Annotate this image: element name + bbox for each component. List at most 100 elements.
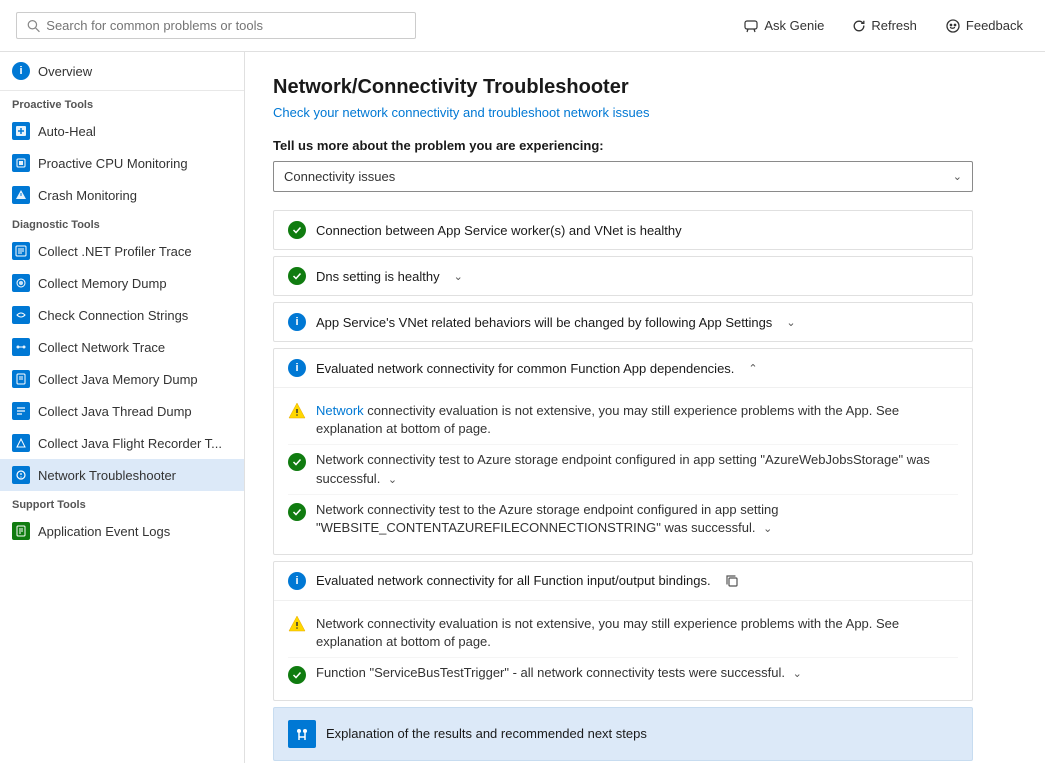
warning-icon — [288, 615, 306, 633]
overview-icon: i — [12, 62, 30, 80]
java-flight-recorder-icon — [12, 434, 30, 452]
net-profiler-icon — [12, 242, 30, 260]
search-box[interactable] — [16, 12, 416, 39]
genie-icon — [743, 18, 759, 34]
search-input[interactable] — [46, 18, 405, 33]
main-layout: i Overview Proactive Tools Auto-Heal Pro… — [0, 52, 1045, 763]
result-function-dependencies-header[interactable]: i Evaluated network connectivity for com… — [274, 349, 972, 387]
result-dns-health-header[interactable]: Dns setting is healthy ⌄ — [274, 257, 972, 295]
auto-heal-label: Auto-Heal — [38, 124, 96, 139]
ask-genie-label: Ask Genie — [764, 18, 824, 33]
dns-health-text: Dns setting is healthy — [316, 269, 440, 284]
crash-monitoring-label: Crash Monitoring — [38, 188, 137, 203]
support-tools-section-label: Support Tools — [0, 491, 244, 515]
sidebar-item-network-troubleshooter[interactable]: Network Troubleshooter — [0, 459, 244, 491]
chevron-down-icon: ⌄ — [454, 270, 463, 283]
sub-item-success-2: Network connectivity test to the Azure s… — [288, 494, 958, 544]
app-event-logs-icon — [12, 522, 30, 540]
proactive-cpu-label: Proactive CPU Monitoring — [38, 156, 188, 171]
sub-item-warning-2: Network connectivity evaluation is not e… — [288, 609, 958, 657]
warning-text-1: Network connectivity evaluation is not e… — [316, 402, 958, 438]
warning-text-2: Network connectivity evaluation is not e… — [316, 615, 958, 651]
result-dns-health: Dns setting is healthy ⌄ — [273, 256, 973, 296]
network-troubleshooter-icon — [12, 466, 30, 484]
dropdown-value: Connectivity issues — [284, 169, 395, 184]
java-thread-dump-label: Collect Java Thread Dump — [38, 404, 192, 419]
sub-item-success-3: Function "ServiceBusTestTrigger" - all n… — [288, 657, 958, 690]
sidebar-item-net-profiler[interactable]: Collect .NET Profiler Trace — [0, 235, 244, 267]
connection-strings-icon — [12, 306, 30, 324]
success-text-2: Network connectivity test to the Azure s… — [316, 501, 958, 538]
sidebar-item-java-flight-recorder[interactable]: Collect Java Flight Recorder T... — [0, 427, 244, 459]
warning-icon — [288, 402, 306, 420]
java-thread-dump-icon — [12, 402, 30, 420]
content-area: Network/Connectivity Troubleshooter Chec… — [245, 52, 1045, 763]
vnet-health-text: Connection between App Service worker(s)… — [316, 223, 682, 238]
overview-label: Overview — [38, 64, 92, 79]
sidebar-item-auto-heal[interactable]: Auto-Heal — [0, 115, 244, 147]
top-bar: Ask Genie Refresh Feedback — [0, 0, 1045, 52]
sidebar-item-overview[interactable]: i Overview — [0, 52, 244, 91]
sidebar-item-network-trace[interactable]: Collect Network Trace — [0, 331, 244, 363]
network-trace-label: Collect Network Trace — [38, 340, 165, 355]
memory-dump-icon — [12, 274, 30, 292]
result-vnet-behaviors: i App Service's VNet related behaviors w… — [273, 302, 973, 342]
top-bar-actions: Ask Genie Refresh Feedback — [737, 14, 1029, 38]
sidebar: i Overview Proactive Tools Auto-Heal Pro… — [0, 52, 245, 763]
result-function-bindings-body: Network connectivity evaluation is not e… — [274, 600, 972, 700]
java-flight-recorder-label: Collect Java Flight Recorder T... — [38, 436, 222, 451]
connection-strings-label: Check Connection Strings — [38, 308, 188, 323]
sub-item-warning-1: Network connectivity evaluation is not e… — [288, 396, 958, 444]
result-function-bindings: i Evaluated network connectivity for all… — [273, 561, 973, 701]
success-text-3: Function "ServiceBusTestTrigger" - all n… — [316, 664, 802, 682]
refresh-icon — [852, 19, 866, 33]
sidebar-item-memory-dump[interactable]: Collect Memory Dump — [0, 267, 244, 299]
crash-monitoring-icon — [12, 186, 30, 204]
sidebar-item-java-memory-dump[interactable]: Collect Java Memory Dump — [0, 363, 244, 395]
success-icon — [288, 267, 306, 285]
result-vnet-health-header[interactable]: Connection between App Service worker(s)… — [274, 211, 972, 249]
feedback-label: Feedback — [966, 18, 1023, 33]
info-icon: i — [288, 313, 306, 331]
page-subtitle: Check your network connectivity and trou… — [273, 105, 1017, 120]
network-troubleshooter-label: Network Troubleshooter — [38, 468, 176, 483]
success-icon — [288, 503, 306, 521]
refresh-button[interactable]: Refresh — [846, 14, 923, 37]
result-function-dependencies-body: Network connectivity evaluation is not e… — [274, 387, 972, 554]
chevron-up-icon: ⌃ — [748, 362, 757, 375]
feedback-button[interactable]: Feedback — [939, 14, 1029, 38]
result-vnet-health: Connection between App Service worker(s)… — [273, 210, 973, 250]
refresh-label: Refresh — [871, 18, 917, 33]
result-function-bindings-header[interactable]: i Evaluated network connectivity for all… — [274, 562, 972, 600]
explanation-bar[interactable]: Explanation of the results and recommend… — [273, 707, 973, 761]
info-icon: i — [288, 359, 306, 377]
app-event-logs-label: Application Event Logs — [38, 524, 170, 539]
sub-item-success-1: Network connectivity test to Azure stora… — [288, 444, 958, 494]
sidebar-item-crash-monitoring[interactable]: Crash Monitoring — [0, 179, 244, 211]
sidebar-item-app-event-logs[interactable]: Application Event Logs — [0, 515, 244, 547]
explanation-text: Explanation of the results and recommend… — [326, 726, 647, 741]
sidebar-item-connection-strings[interactable]: Check Connection Strings — [0, 299, 244, 331]
copy-icon — [725, 574, 739, 588]
feedback-icon — [945, 18, 961, 34]
success-icon — [288, 666, 306, 684]
net-profiler-label: Collect .NET Profiler Trace — [38, 244, 192, 259]
search-icon — [27, 19, 40, 33]
problem-dropdown[interactable]: Connectivity issues ⌄ — [273, 161, 973, 192]
success-text-1: Network connectivity test to Azure stora… — [316, 451, 958, 488]
memory-dump-label: Collect Memory Dump — [38, 276, 167, 291]
result-vnet-behaviors-header[interactable]: i App Service's VNet related behaviors w… — [274, 303, 972, 341]
auto-heal-icon — [12, 122, 30, 140]
sidebar-item-proactive-cpu[interactable]: Proactive CPU Monitoring — [0, 147, 244, 179]
success-icon — [288, 221, 306, 239]
explanation-icon — [288, 720, 316, 748]
result-function-dependencies: i Evaluated network connectivity for com… — [273, 348, 973, 555]
problem-label: Tell us more about the problem you are e… — [273, 138, 1017, 153]
network-trace-icon — [12, 338, 30, 356]
sidebar-item-java-thread-dump[interactable]: Collect Java Thread Dump — [0, 395, 244, 427]
proactive-tools-section-label: Proactive Tools — [0, 91, 244, 115]
vnet-behaviors-text: App Service's VNet related behaviors wil… — [316, 315, 772, 330]
diagnostic-tools-section-label: Diagnostic Tools — [0, 211, 244, 235]
chevron-down-icon: ⌄ — [786, 316, 795, 329]
ask-genie-button[interactable]: Ask Genie — [737, 14, 830, 38]
